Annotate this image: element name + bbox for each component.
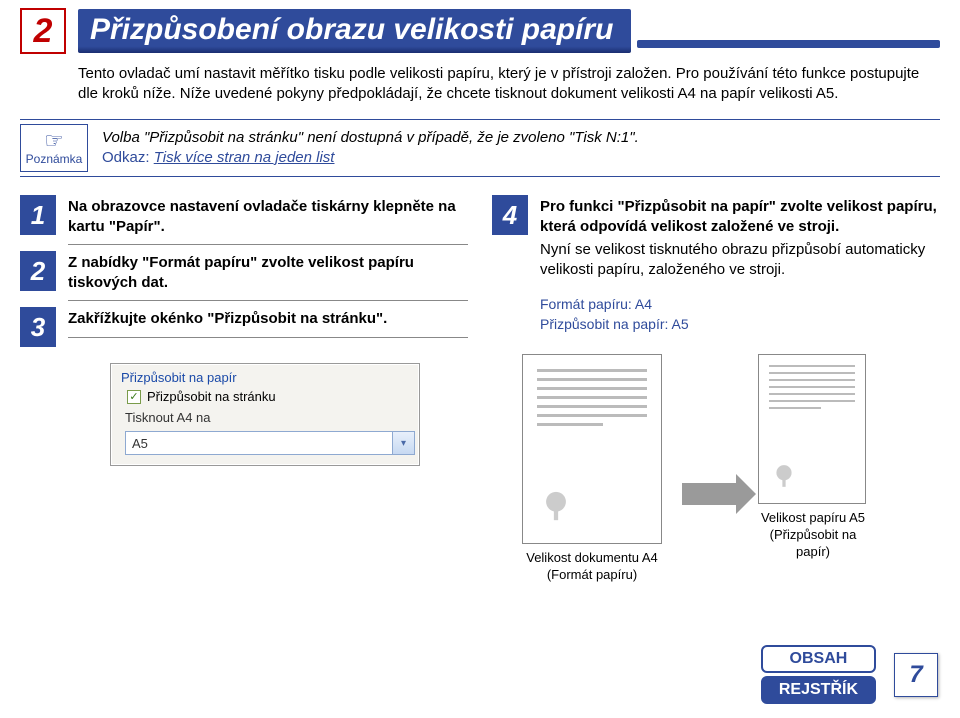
- note-box: ☞ Poznámka Volba "Přizpůsobit na stránku…: [20, 119, 940, 178]
- caption-a5: Velikost papíru A5 (Přizpůsobit na papír…: [758, 510, 868, 561]
- note-label: Poznámka: [26, 152, 83, 166]
- select-value: A5: [132, 436, 148, 451]
- group-label: Přizpůsobit na papír: [121, 370, 409, 385]
- obsah-button[interactable]: OBSAH: [761, 645, 876, 673]
- step-text: Pro funkci "Přizpůsobit na papír" zvolte…: [540, 195, 940, 287]
- fit-to-paper-dialog: Přizpůsobit na papír ✓ Přizpůsobit na st…: [110, 363, 420, 466]
- note-odkaz-label: Odkaz:: [102, 149, 150, 166]
- page-a5-icon: [758, 354, 866, 504]
- tree-icon: [539, 489, 573, 523]
- rejstrik-button[interactable]: REJSTŘÍK: [761, 676, 876, 704]
- format-info: Formát papíru: A4 Přizpůsobit na papír: …: [540, 295, 940, 334]
- step-1: 1 Na obrazovce nastavení ovladače tiskár…: [20, 195, 468, 245]
- step4-extra: Nyní se velikost tisknutého obrazu přizp…: [540, 240, 940, 279]
- scaling-diagram: Velikost dokumentu A4 (Formát papíru) Ve…: [522, 354, 940, 584]
- arrow-right-icon: [682, 483, 738, 505]
- note-link[interactable]: Tisk více stran na jeden list: [154, 149, 335, 166]
- print-on-label: Tisknout A4 na: [125, 410, 409, 425]
- note-badge: ☞ Poznámka: [20, 124, 88, 173]
- step-text: Zakřížkujte okénko "Přizpůsobit na strán…: [68, 307, 468, 338]
- tree-icon: [771, 463, 797, 489]
- step-number: 2: [20, 251, 56, 291]
- step-number: 4: [492, 195, 528, 235]
- step-3: 3 Zakřížkujte okénko "Přizpůsobit na str…: [20, 307, 468, 347]
- chevron-down-icon: ▾: [392, 432, 414, 454]
- title-decor: [637, 40, 940, 48]
- section-number: 2: [20, 8, 66, 54]
- fit-to-page-checkbox[interactable]: ✓: [127, 390, 141, 404]
- note-text: Volba "Přizpůsobit na stránku" není dost…: [102, 129, 639, 146]
- step-text: Na obrazovce nastavení ovladače tiskárny…: [68, 195, 468, 245]
- page-a4-icon: [522, 354, 662, 544]
- step-number: 1: [20, 195, 56, 235]
- pointing-hand-icon: ☞: [44, 130, 64, 152]
- caption-a4: Velikost dokumentu A4 (Formát papíru): [522, 550, 662, 584]
- paper-size-select[interactable]: A5 ▾: [125, 431, 415, 455]
- left-column: 1 Na obrazovce nastavení ovladače tiskár…: [20, 195, 468, 584]
- page-title: Přizpůsobení obrazu velikosti papíru: [78, 9, 631, 53]
- checkbox-label: Přizpůsobit na stránku: [147, 389, 276, 404]
- right-column: 4 Pro funkci "Přizpůsobit na papír" zvol…: [492, 195, 940, 584]
- footer: OBSAH REJSTŘÍK 7: [761, 645, 938, 704]
- page-number: 7: [894, 653, 938, 697]
- step-text: Z nabídky "Formát papíru" zvolte velikos…: [68, 251, 468, 301]
- step-4: 4 Pro funkci "Přizpůsobit na papír" zvol…: [492, 195, 940, 287]
- step-2: 2 Z nabídky "Formát papíru" zvolte velik…: [20, 251, 468, 301]
- intro-text: Tento ovladač umí nastavit měřítko tisku…: [78, 64, 928, 105]
- step-number: 3: [20, 307, 56, 347]
